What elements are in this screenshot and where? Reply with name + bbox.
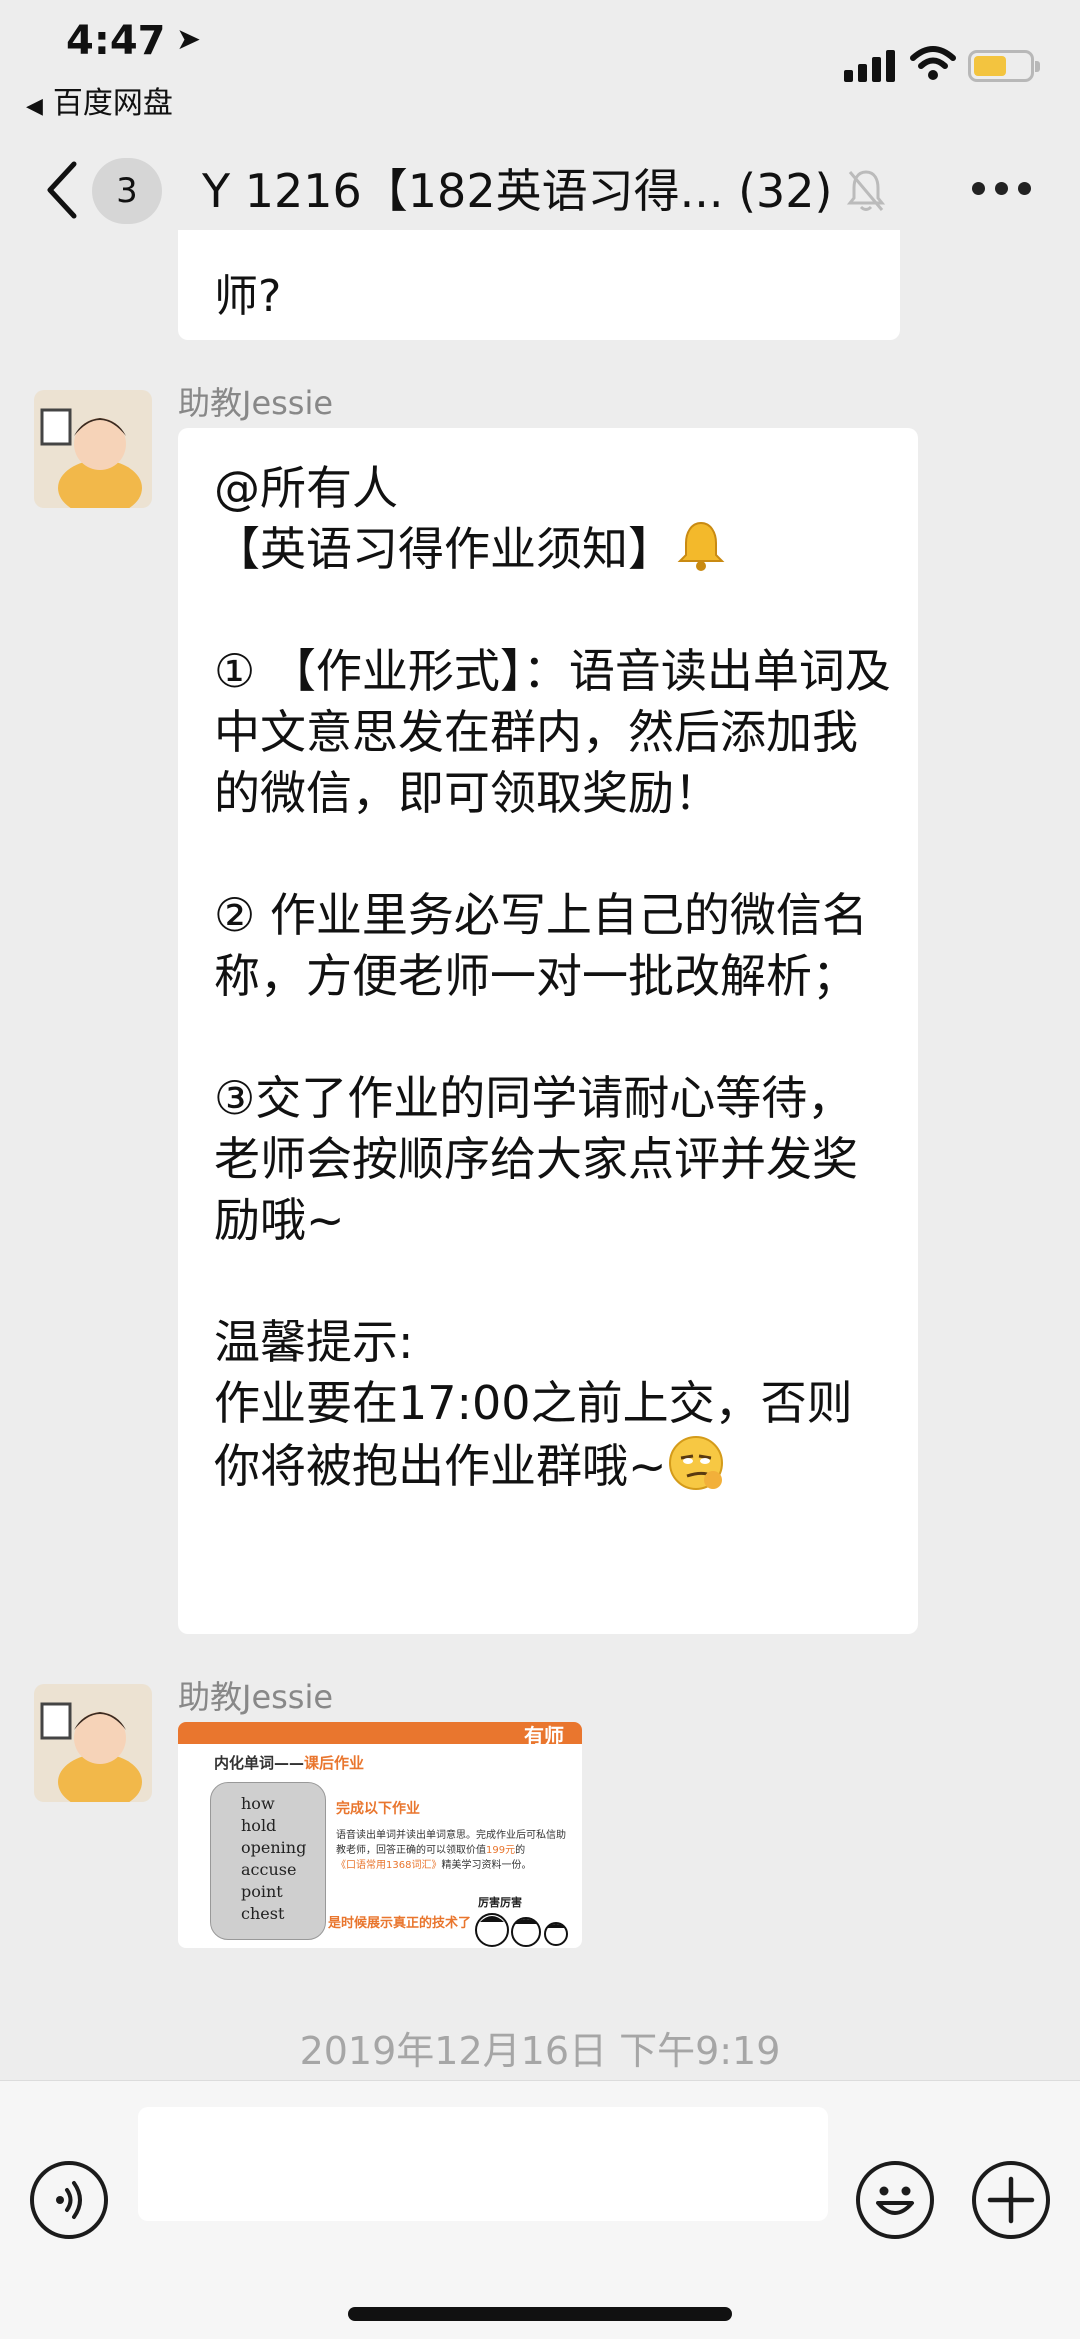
bell-emoji-icon: [677, 521, 725, 571]
notice-item-1: ① 【作业形式】：语音读出单词及中文意思发在群内，然后添加我的微信，即可领取奖励…: [214, 644, 891, 820]
chevron-left-icon[interactable]: [40, 158, 84, 222]
status-time: 4:47: [66, 18, 166, 64]
sender-avatar[interactable]: [34, 390, 152, 508]
notice-mention: @所有人: [214, 461, 398, 515]
home-indicator[interactable]: [348, 2307, 732, 2321]
complete-label: 完成以下作业: [336, 1801, 420, 1817]
wifi-icon: [910, 46, 956, 80]
battery-icon: [968, 50, 1040, 82]
instructions-book: 《口语常用1368词汇》: [336, 1860, 442, 1871]
homework-image-message[interactable]: 有师 内化单词——课后作业 how hold opening accuse po…: [178, 1722, 582, 1948]
sender-avatar[interactable]: [34, 1684, 152, 1802]
plus-icon[interactable]: [972, 2161, 1050, 2239]
back-to-app-link[interactable]: ◀ 百度网盘: [26, 78, 173, 122]
input-bar: [0, 2080, 1080, 2339]
word-list-card: how hold opening accuse point chest: [210, 1782, 326, 1940]
image-slogan: 是时候展示真正的技术了: [328, 1916, 472, 1931]
status-bar: 4:47 ➤ ◀ 百度网盘: [0, 0, 1080, 130]
chat-screen: 4:47 ➤ ◀ 百度网盘 3 Y 1216【182英语习得... (32) 师…: [0, 0, 1080, 2339]
notice-item-2: ② 作业里务必写上自己的微信名称，方便老师一对一批改解析；: [214, 888, 868, 1003]
notice-tip-label: 温馨提示:: [214, 1315, 414, 1369]
unread-count-badge[interactable]: 3: [92, 158, 162, 224]
image-heading: 内化单词——课后作业: [214, 1752, 364, 1773]
instructions-c: 精美学习资料一份。: [441, 1860, 532, 1871]
notice-title: 【英语习得作业须知】: [214, 522, 674, 576]
word-item: opening: [241, 1838, 307, 1857]
image-instructions: 语音读出单词并读出单词意思。完成作业后可私信助教老师，回答正确的可以领取价值19…: [336, 1828, 566, 1873]
chat-title: Y 1216【182英语习得... (32): [202, 164, 833, 218]
previous-message-bubble[interactable]: 师?: [178, 230, 900, 340]
message-timestamp: 2019年12月16日 下午9:19: [299, 2029, 781, 2073]
battery-level: [974, 56, 1007, 76]
image-heading-prefix: 内化单词——: [214, 1754, 305, 1772]
previous-message-text: 师?: [214, 271, 282, 322]
instructions-a: 语音读出单词并读出单词意思。完成作业后可私信助教老师，回答正确的可以领取价值: [336, 1830, 566, 1856]
notice-item-3: ③交了作业的同学请耐心等待，老师会按顺序给大家点评并发奖励哦~: [214, 1071, 858, 1247]
image-header-bar: [178, 1722, 582, 1744]
instructions-price: 199元: [486, 1845, 516, 1856]
notice-message-bubble[interactable]: @所有人 【英语习得作业须知】 ① 【作业形式】：语音读出单词及中文意思发在群内…: [178, 428, 918, 1634]
notice-tip-text: 作业要在17:00之前上交，否则你将被抱出作业群哦~: [214, 1376, 853, 1493]
bell-muted-icon: [846, 170, 886, 211]
word-item: point: [241, 1882, 283, 1901]
cellular-signal-icon: [844, 48, 898, 82]
notice-message-text: @所有人 【英语习得作业须知】 ① 【作业形式】：语音读出单词及中文意思发在群内…: [214, 458, 894, 1497]
instructions-b: 的: [515, 1845, 526, 1856]
word-item: accuse: [241, 1860, 297, 1879]
back-to-app-label: 百度网盘: [52, 86, 173, 121]
location-arrow-icon: ➤: [176, 22, 202, 57]
smirk-emoji-icon: [668, 1436, 723, 1490]
image-heading-highlight: 课后作业: [304, 1754, 365, 1772]
word-item: chest: [241, 1904, 285, 1923]
voice-icon[interactable]: [30, 2161, 108, 2239]
word-item: how: [241, 1794, 275, 1813]
cartoon-faces-icon: [475, 1913, 568, 1947]
word-item: hold: [241, 1816, 277, 1835]
sender-name: 助教Jessie: [178, 1678, 334, 1716]
message-input[interactable]: [138, 2107, 828, 2221]
sender-name: 助教Jessie: [178, 384, 334, 422]
more-dots-icon[interactable]: [972, 182, 1032, 198]
back-triangle-icon: ◀: [26, 94, 43, 119]
image-brand: 有师: [524, 1724, 564, 1748]
smiley-icon[interactable]: [856, 2161, 934, 2239]
